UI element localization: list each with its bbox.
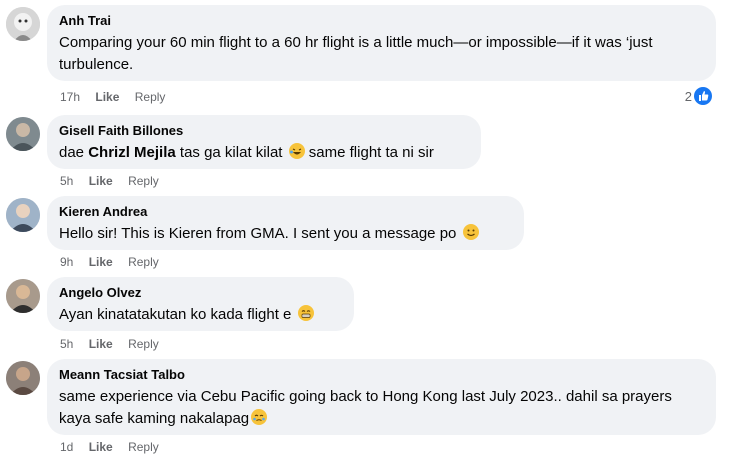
avatar[interactable] (6, 117, 40, 151)
smiling-emoji (462, 224, 479, 240)
comment-text: Ayan kinatatakutan ko kada flight e (59, 304, 342, 326)
comment-text-part: dae (59, 144, 89, 161)
comment-time[interactable]: 5h (60, 174, 73, 188)
comment-actions: 5h Like Reply (60, 337, 171, 351)
comment-actions: 1d Like Reply (60, 440, 171, 454)
reply-button[interactable]: Reply (128, 440, 159, 454)
comment-time[interactable]: 1d (60, 440, 73, 454)
comment-text: Comparing your 60 min flight to a 60 hr … (59, 34, 653, 73)
commenter-name[interactable]: Anh Trai (59, 13, 704, 29)
teary-emoji (251, 409, 268, 425)
reply-button[interactable]: Reply (135, 90, 166, 104)
comment-text-part: same experience via Cebu Pacific going b… (59, 388, 672, 427)
comment-time[interactable]: 17h (60, 90, 80, 104)
avatar[interactable] (6, 7, 40, 41)
comment-bubble: Meann Tacsiat Talbo same experience via … (47, 359, 716, 435)
comment-actions: 17h Like Reply (60, 90, 177, 104)
reply-button[interactable]: Reply (128, 174, 159, 188)
commenter-name[interactable]: Kieren Andrea (59, 204, 512, 220)
comment-text-part: tas ga kilat kilat (175, 144, 283, 161)
comment-time[interactable]: 9h (60, 255, 73, 269)
like-button[interactable]: Like (95, 90, 119, 104)
comment-actions: 9h Like Reply (60, 255, 171, 269)
comment-time[interactable]: 5h (60, 337, 73, 351)
like-icon (694, 87, 712, 105)
avatar[interactable] (6, 198, 40, 232)
like-button[interactable]: Like (89, 337, 113, 351)
commenter-name[interactable]: Meann Tacsiat Talbo (59, 367, 704, 383)
comment-text: dae Chrizl Mejila tas ga kilat kilat sam… (59, 142, 469, 164)
like-button[interactable]: Like (89, 255, 113, 269)
comment-bubble: Gisell Faith Billones dae Chrizl Mejila … (47, 115, 481, 169)
comment-text-part: same flight ta ni sir (304, 144, 434, 161)
comment-text-part: Hello sir! This is Kieren from GMA. I se… (59, 225, 457, 242)
reply-button[interactable]: Reply (128, 255, 159, 269)
laughing-emoji (288, 143, 305, 159)
reaction-summary[interactable]: 2 (685, 87, 712, 105)
reaction-count: 2 (684, 88, 692, 104)
grimacing-emoji (297, 305, 314, 321)
comment-text-part: Ayan kinatatakutan ko kada flight e (59, 306, 292, 323)
commenter-name[interactable]: Angelo Olvez (59, 285, 342, 301)
comment-actions: 5h Like Reply (60, 174, 171, 188)
comment-bubble: Angelo Olvez Ayan kinatatakutan ko kada … (47, 277, 354, 331)
comment-bubble: Kieren Andrea Hello sir! This is Kieren … (47, 196, 524, 250)
comment-text: Hello sir! This is Kieren from GMA. I se… (59, 223, 512, 245)
reply-button[interactable]: Reply (128, 337, 159, 351)
mention-link[interactable]: Chrizl Mejila (88, 144, 176, 161)
commenter-name[interactable]: Gisell Faith Billones (59, 123, 469, 139)
like-button[interactable]: Like (89, 174, 113, 188)
comment-text: same experience via Cebu Pacific going b… (59, 386, 704, 430)
avatar[interactable] (6, 279, 40, 313)
like-button[interactable]: Like (89, 440, 113, 454)
avatar[interactable] (6, 361, 40, 395)
comment-bubble: Anh Trai Comparing your 60 min flight to… (47, 5, 716, 81)
